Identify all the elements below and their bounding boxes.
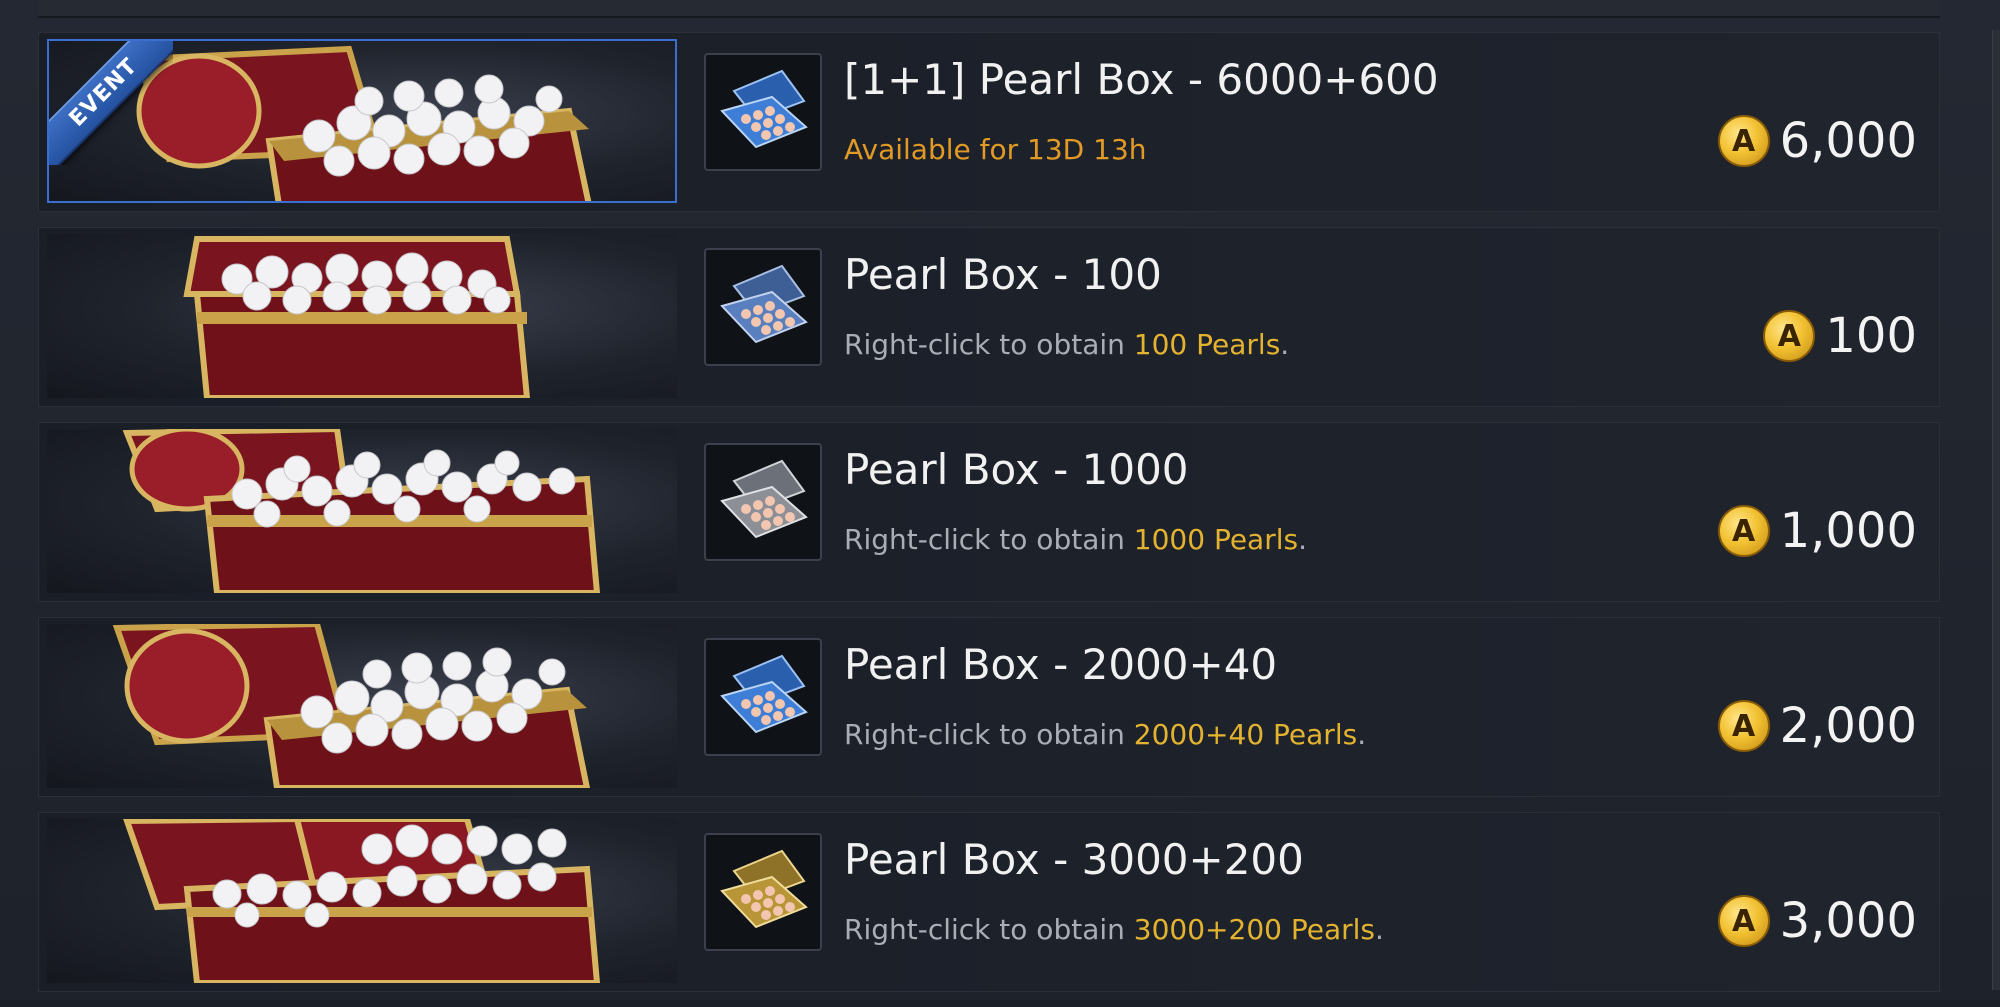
open-pearl-chest-icon xyxy=(122,429,601,593)
pearl-box-gold-icon xyxy=(720,849,808,929)
price-tag[interactable]: A 1,000 xyxy=(1717,503,1917,559)
item-title: [1+1] Pearl Box - 6000+600 xyxy=(844,55,1439,104)
item-description: Right-click to obtain 1000 Pearls. xyxy=(844,523,1307,556)
description-prefix: Right-click to obtain xyxy=(844,328,1134,361)
pearl-amount-highlight: 2000+40 Pearls xyxy=(1133,718,1358,751)
acoin-icon: A xyxy=(1717,700,1770,752)
item-icon-frame xyxy=(704,638,822,756)
item-icon-frame xyxy=(704,833,822,951)
scrollbar[interactable] xyxy=(1992,30,2000,990)
description-prefix: Right-click to obtain xyxy=(844,718,1134,751)
product-banner xyxy=(47,819,677,983)
price-tag[interactable]: A 3,000 xyxy=(1717,893,1917,949)
pearl-shop-panel: EVENT [1+1] Pearl Box - 6000+600 Availab… xyxy=(0,0,2000,1000)
pearl-chest-icon xyxy=(183,236,531,398)
product-banner xyxy=(47,429,677,593)
product-banner xyxy=(47,234,677,398)
acoin-icon: A xyxy=(1763,310,1816,362)
price-tag[interactable]: A 100 xyxy=(1763,308,1917,364)
item-title: Pearl Box - 3000+200 xyxy=(844,835,1304,884)
item-icon-frame xyxy=(704,53,822,171)
description-prefix: Right-click to obtain xyxy=(844,523,1134,556)
price-amount: 1,000 xyxy=(1779,503,1917,559)
pearl-box-silver-icon xyxy=(720,459,808,539)
acoin-icon: A xyxy=(1717,895,1770,947)
open-pearl-chest-icon xyxy=(112,624,591,788)
item-description: Right-click to obtain 3000+200 Pearls. xyxy=(844,913,1384,946)
price-amount: 6,000 xyxy=(1779,113,1917,169)
pearl-box-blue-icon xyxy=(720,654,808,734)
pearl-box-steel-blue-icon xyxy=(720,264,808,344)
pearl-amount-highlight: 3000+200 Pearls xyxy=(1133,913,1375,946)
availability-text: Available for 13D 13h xyxy=(844,133,1147,166)
item-icon-frame xyxy=(704,443,822,561)
double-pearl-chest-icon xyxy=(123,819,601,983)
acoin-icon: A xyxy=(1717,505,1770,557)
price-tag[interactable]: A 2,000 xyxy=(1717,698,1917,754)
description-prefix: Right-click to obtain xyxy=(844,913,1134,946)
price-amount: 100 xyxy=(1825,308,1917,364)
acoin-icon: A xyxy=(1717,115,1770,167)
price-amount: 3,000 xyxy=(1779,893,1917,949)
product-row-pearl-box-3000[interactable]: Pearl Box - 3000+200 Right-click to obta… xyxy=(38,812,1940,992)
price-tag[interactable]: A 6,000 xyxy=(1717,113,1917,169)
item-description: Right-click to obtain 2000+40 Pearls. xyxy=(844,718,1366,751)
event-ribbon: EVENT xyxy=(49,41,173,165)
description-suffix: . xyxy=(1280,328,1290,361)
description-suffix: . xyxy=(1357,718,1367,751)
product-row-pearl-box-1000[interactable]: Pearl Box - 1000 Right-click to obtain 1… xyxy=(38,422,1940,602)
product-list: EVENT [1+1] Pearl Box - 6000+600 Availab… xyxy=(38,32,1940,1007)
item-description: Right-click to obtain 100 Pearls. xyxy=(844,328,1289,361)
product-banner: EVENT xyxy=(47,39,677,203)
product-row-pearl-box-2000[interactable]: Pearl Box - 2000+40 Right-click to obtai… xyxy=(38,617,1940,797)
event-label: EVENT xyxy=(49,41,173,165)
price-amount: 2,000 xyxy=(1779,698,1917,754)
product-row-pearl-box-100[interactable]: Pearl Box - 100 Right-click to obtain 10… xyxy=(38,227,1940,407)
item-icon-frame xyxy=(704,248,822,366)
description-suffix: . xyxy=(1375,913,1384,946)
item-title: Pearl Box - 2000+40 xyxy=(844,640,1278,689)
item-title: Pearl Box - 100 xyxy=(844,250,1162,299)
product-row-pearl-box-6000[interactable]: EVENT [1+1] Pearl Box - 6000+600 Availab… xyxy=(38,32,1940,212)
item-title: Pearl Box - 1000 xyxy=(844,445,1189,494)
pearl-amount-highlight: 1000 Pearls xyxy=(1133,523,1299,556)
product-banner xyxy=(47,624,677,788)
description-suffix: . xyxy=(1298,523,1307,556)
pearl-box-blue-icon xyxy=(720,69,808,149)
pearl-amount-highlight: 100 Pearls xyxy=(1133,328,1281,361)
previous-row-edge xyxy=(38,0,1940,18)
